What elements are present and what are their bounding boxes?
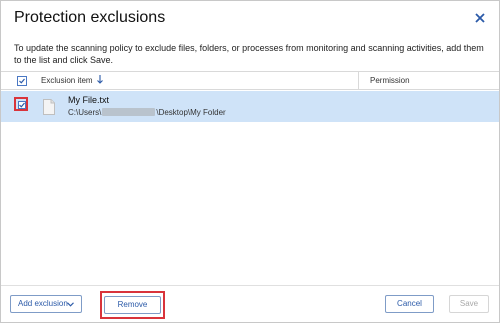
exclusions-table: Exclusion item Permission My File.txt C:… [1,71,499,285]
path-suffix: \Desktop\My Folder [156,108,226,117]
dialog-description: To update the scanning policy to exclude… [14,43,484,65]
protection-exclusions-dialog: Protection exclusions To update the scan… [0,0,500,323]
path-prefix: C:\Users\ [68,108,102,117]
checkmark-icon [19,78,25,84]
cancel-button[interactable]: Cancel [385,295,434,313]
table-header: Exclusion item Permission [1,72,499,90]
arrow-down-icon[interactable] [96,74,104,85]
footer-divider [1,285,499,286]
dialog-title: Protection exclusions [14,9,166,26]
redacted-username [102,108,156,116]
exclusion-file-name: My File.txt [68,95,110,105]
close-icon[interactable] [473,11,487,25]
remove-button[interactable]: Remove [104,296,161,314]
checkmark-icon [19,102,25,108]
row-checkbox[interactable] [18,101,26,109]
add-exclusion-button[interactable]: Add exclusion [10,295,82,313]
add-exclusion-label: Add exclusion [18,299,68,308]
save-button: Save [449,295,489,313]
table-row[interactable]: My File.txt C:\Users\ \Desktop\My Folder [1,91,499,122]
select-all-checkbox[interactable] [17,76,27,86]
exclusion-file-path: C:\Users\ \Desktop\My Folder [68,108,226,117]
chevron-down-icon [67,302,74,307]
column-header-exclusion-item[interactable]: Exclusion item [41,76,93,85]
file-icon [43,99,55,115]
column-header-permission[interactable]: Permission [370,76,410,85]
column-divider [358,72,359,89]
